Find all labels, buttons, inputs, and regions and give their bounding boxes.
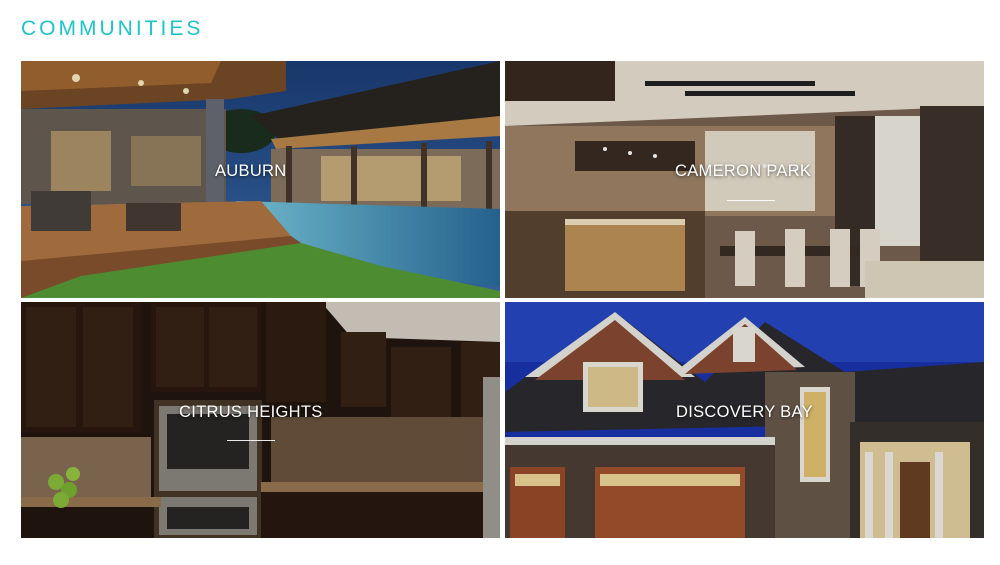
community-label-citrus-heights: CITRUS HEIGHTS bbox=[179, 403, 323, 421]
page-title: COMMUNITIES bbox=[21, 17, 204, 40]
community-tile-auburn[interactable]: AUBURN bbox=[21, 61, 500, 298]
label-underline bbox=[227, 440, 275, 441]
community-tile-cameron-park[interactable]: CAMERON PARK bbox=[505, 61, 984, 298]
community-label-cameron-park: CAMERON PARK bbox=[675, 162, 812, 180]
community-label-auburn: AUBURN bbox=[215, 162, 287, 180]
label-underline bbox=[727, 200, 775, 201]
community-label-discovery-bay: DISCOVERY BAY bbox=[676, 403, 813, 421]
community-tile-discovery-bay[interactable]: DISCOVERY BAY bbox=[505, 302, 984, 538]
community-tile-citrus-heights[interactable]: CITRUS HEIGHTS bbox=[21, 302, 500, 538]
